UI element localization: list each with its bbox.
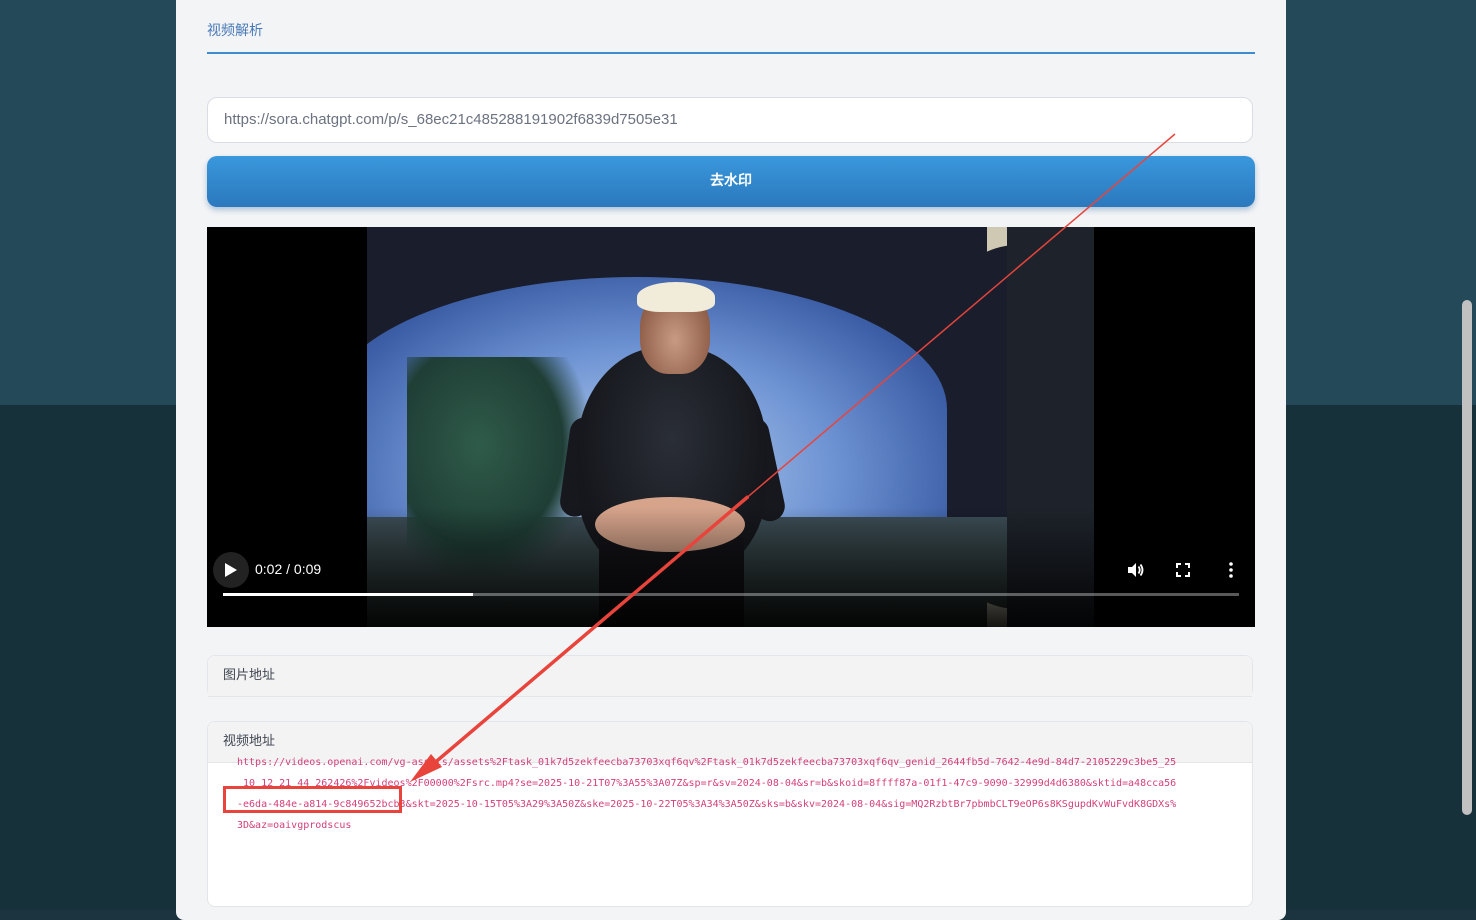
fullscreen-icon[interactable] [1173, 560, 1193, 580]
progress-fill [223, 593, 473, 596]
volume-icon[interactable] [1125, 560, 1145, 580]
image-url-panel-title[interactable]: 图片地址 [208, 656, 1252, 697]
video-url-panel: 视频地址 https://videos.openai.com/vg-assets… [207, 721, 1253, 907]
progress-bar[interactable] [223, 593, 1239, 596]
tab-underline [207, 52, 1255, 54]
play-icon [225, 563, 237, 577]
remove-watermark-button[interactable]: 去水印 [207, 156, 1255, 207]
video-person-hair [637, 282, 715, 312]
time-display: 0:02 / 0:09 [255, 561, 322, 577]
scrollbar-thumb[interactable] [1462, 300, 1472, 815]
main-card: 视频解析 https://sora.chatgpt.com/p/s_68ec21… [176, 0, 1286, 920]
more-options-icon[interactable] [1221, 560, 1241, 580]
image-url-panel: 图片地址 [207, 655, 1253, 697]
controls-overlay [207, 507, 1255, 627]
annotation-highlight-box [223, 786, 402, 813]
tab-video-parse[interactable]: 视频解析 [207, 20, 263, 40]
play-button[interactable] [213, 552, 249, 588]
url-input[interactable]: https://sora.chatgpt.com/p/s_68ec21c4852… [207, 97, 1253, 143]
video-player[interactable]: 0:02 / 0:09 [207, 227, 1255, 627]
